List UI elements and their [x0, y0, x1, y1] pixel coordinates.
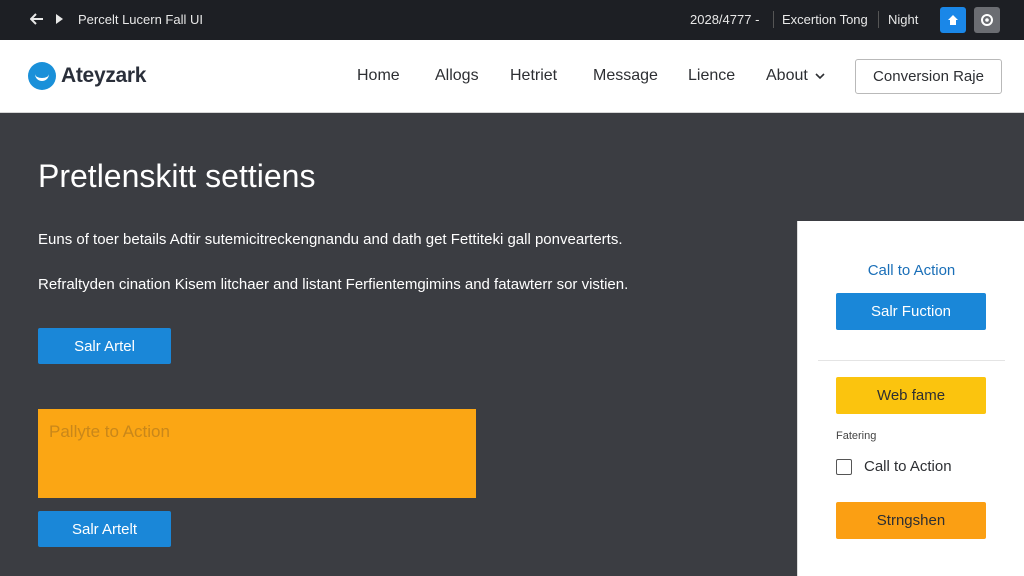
- nav-about-label: About: [766, 67, 808, 84]
- home-icon: [948, 15, 958, 25]
- primary-button-2[interactable]: Salr Artelt: [38, 511, 171, 547]
- version-text: 2028/4777 -: [690, 12, 760, 27]
- paragraph-2: Refraltyden cination Kisem litchaer and …: [38, 276, 629, 293]
- chevron-down-icon: [815, 72, 825, 79]
- nav-hetriet[interactable]: Hetriet: [510, 67, 557, 85]
- side-panel: Call to Action Salr Fuction Web fame Fat…: [797, 221, 1024, 576]
- strengthen-button[interactable]: Strngshen: [836, 502, 986, 539]
- theme-text[interactable]: Night: [888, 12, 918, 27]
- mode-text[interactable]: Excertion Tong: [782, 12, 868, 27]
- brand-name: Ateyzark: [61, 64, 147, 87]
- forward-play-icon[interactable]: [50, 10, 68, 28]
- action-banner[interactable]: Pallyte to Action: [38, 409, 476, 498]
- window-bar: Percelt Lucern Fall UI 2028/4777 - Excer…: [0, 0, 1024, 40]
- nav-home[interactable]: Home: [357, 67, 400, 85]
- panel-heading: Call to Action: [867, 262, 956, 279]
- panel-primary-button[interactable]: Salr Fuction: [836, 293, 986, 330]
- web-fame-button[interactable]: Web fame: [836, 377, 986, 414]
- checkbox-label: Call to Action: [864, 458, 952, 475]
- main-content: Pretlenskitt settiens Euns of toer betai…: [0, 113, 1024, 576]
- primary-button-1[interactable]: Salr Artel: [38, 328, 171, 364]
- nav-lience[interactable]: Lience: [688, 67, 735, 85]
- site-header: Ateyzark Home Allogs Hetriet Message Lie…: [0, 40, 1024, 113]
- panel-divider: [818, 360, 1005, 361]
- conversion-button[interactable]: Conversion Raje: [855, 59, 1002, 94]
- paragraph-1: Euns of toer betails Adtir sutemicitreck…: [38, 231, 623, 248]
- back-arrow-icon[interactable]: [28, 10, 46, 28]
- call-to-action-checkbox-row[interactable]: Call to Action: [836, 458, 952, 475]
- logo-icon: [28, 62, 56, 90]
- nav-message[interactable]: Message: [593, 67, 658, 85]
- nav-allogs[interactable]: Allogs: [435, 67, 479, 85]
- window-title: Percelt Lucern Fall UI: [78, 12, 203, 27]
- gear-icon: [981, 14, 993, 26]
- banner-text: Pallyte to Action: [49, 422, 170, 441]
- page-title: Pretlenskitt settiens: [38, 158, 316, 194]
- filter-label: Fatering: [836, 430, 877, 442]
- brand-logo[interactable]: Ateyzark: [28, 62, 146, 90]
- settings-button[interactable]: [974, 7, 1000, 33]
- checkbox[interactable]: [836, 458, 852, 475]
- divider: [878, 11, 879, 28]
- nav-about[interactable]: About: [766, 67, 825, 85]
- home-button[interactable]: [940, 7, 966, 33]
- divider: [773, 11, 774, 28]
